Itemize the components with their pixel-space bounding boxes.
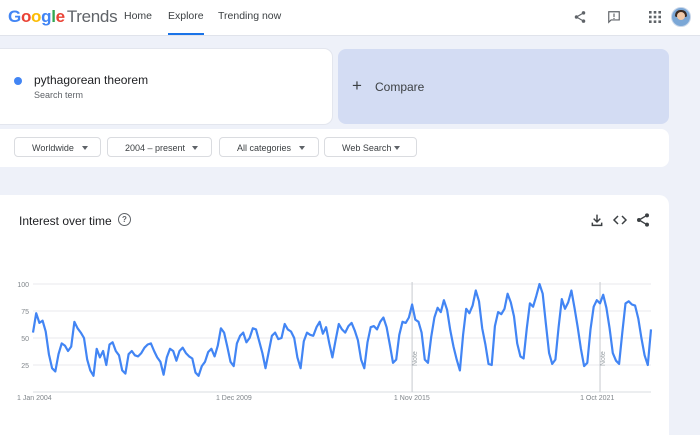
logo-letter: e bbox=[55, 7, 65, 26]
logo-letter: g bbox=[41, 7, 52, 26]
chevron-down-icon bbox=[394, 146, 400, 150]
logo-letter: G bbox=[8, 7, 21, 26]
x-tick-label: 1 Jan 2004 bbox=[17, 395, 52, 402]
filter-search-type-label: Web Search bbox=[342, 143, 392, 153]
filter-search-type-dropdown[interactable]: Web Search bbox=[324, 137, 417, 157]
filter-category-label: All categories bbox=[237, 143, 292, 153]
y-tick-label: 50 bbox=[21, 336, 29, 343]
filter-category-dropdown[interactable]: All categories bbox=[219, 137, 319, 157]
filter-location-label: Worldwide bbox=[32, 143, 74, 153]
embed-icon[interactable] bbox=[612, 212, 628, 228]
y-axis-tick-labels: 100 75 50 25 bbox=[17, 282, 29, 370]
chevron-down-icon bbox=[192, 146, 198, 150]
series-color-dot bbox=[14, 77, 22, 85]
logo-letter: o bbox=[31, 7, 42, 26]
apps-grid-icon[interactable] bbox=[644, 6, 666, 28]
help-icon[interactable]: ? bbox=[118, 213, 131, 226]
share-icon[interactable] bbox=[569, 6, 591, 28]
interest-over-time-chart[interactable]: 100755025 Note Note 1 Jan 2004 1 Dec 2009 1… bbox=[0, 270, 669, 410]
note-label[interactable]: Note bbox=[412, 351, 419, 366]
download-icon[interactable] bbox=[589, 212, 605, 228]
chevron-down-icon bbox=[299, 146, 305, 150]
compare-label: Compare bbox=[375, 80, 425, 94]
plus-icon: + bbox=[352, 76, 362, 95]
filter-time-range-dropdown[interactable]: 2004 – present bbox=[107, 137, 212, 157]
x-tick-label: 1 Oct 2021 bbox=[580, 395, 614, 402]
logo-google-text: Google bbox=[8, 7, 65, 26]
search-term-sublabel: Search term bbox=[34, 90, 84, 100]
x-tick-label: 1 Dec 2009 bbox=[216, 395, 252, 402]
series-line-pythagorean-theorem[interactable] bbox=[31, 282, 653, 377]
chevron-down-icon bbox=[82, 146, 88, 150]
top-app-bar: Google Trends Home Explore Trending now bbox=[0, 0, 700, 36]
nav-tab-home[interactable]: Home bbox=[124, 0, 152, 35]
x-tick-label: 1 Nov 2015 bbox=[394, 395, 430, 402]
logo-trends-text: Trends bbox=[66, 7, 118, 26]
account-avatar[interactable] bbox=[671, 7, 691, 27]
feedback-icon[interactable] bbox=[603, 6, 625, 28]
filter-time-range-label: 2004 – present bbox=[125, 143, 186, 153]
x-axis-tick-labels: 1 Jan 2004 1 Dec 2009 1 Nov 2015 1 Oct 2021 bbox=[17, 395, 614, 402]
y-tick-label: 25 bbox=[21, 363, 29, 370]
y-tick-label: 100 bbox=[17, 282, 29, 289]
y-tick-label: 75 bbox=[21, 309, 29, 316]
nav-tab-trending-now[interactable]: Trending now bbox=[218, 0, 281, 35]
google-trends-logo[interactable]: Google Trends bbox=[8, 7, 118, 27]
share-icon[interactable] bbox=[635, 212, 651, 228]
interest-card-title: Interest over time bbox=[19, 214, 112, 228]
nav-tab-explore[interactable]: Explore bbox=[168, 0, 204, 35]
logo-letter: o bbox=[20, 7, 32, 26]
note-label[interactable]: Note bbox=[600, 351, 607, 366]
filter-location-dropdown[interactable]: Worldwide bbox=[14, 137, 101, 157]
search-term-title[interactable]: pythagorean theorem bbox=[34, 73, 148, 87]
